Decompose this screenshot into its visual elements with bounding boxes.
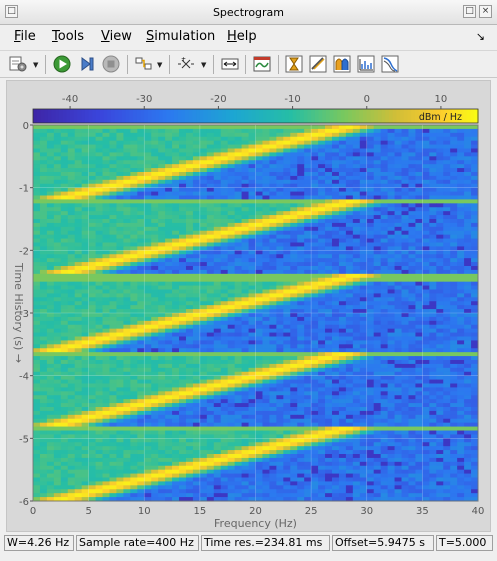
zoom-dropdown-icon[interactable]: ▼: [201, 61, 206, 69]
close-icon[interactable]: ×: [479, 5, 492, 18]
y-axis-label: Time History (s) →: [12, 262, 25, 363]
menu-file[interactable]: File: [14, 29, 36, 44]
status-bar: W=4.26 Hz Sample rate=400 Hz Time res.=2…: [0, 534, 497, 552]
toolbar-separator: [169, 55, 170, 74]
ccdf-measurements-icon[interactable]: [380, 54, 400, 74]
highlight-dropdown-icon[interactable]: ▼: [157, 61, 162, 69]
y-tick-label: -4: [19, 372, 29, 383]
x-tick-label: 35: [416, 506, 429, 517]
snapshot-icon[interactable]: +: [176, 54, 196, 74]
colorbar-tick-label: 10: [435, 94, 448, 105]
x-tick-label: 30: [360, 506, 373, 517]
x-axis-label: Frequency (Hz): [214, 517, 297, 530]
cursor-measurements-icon[interactable]: [284, 54, 304, 74]
step-forward-icon[interactable]: [77, 54, 97, 74]
x-tick-label: 20: [249, 506, 262, 517]
plot-area: -40 -30 -20 -10 0 10 dBm / Hz 0 5 10 15 20 25 30 35 40 0…: [6, 80, 491, 532]
toolbar-separator: [213, 55, 214, 74]
y-tick-label: -1: [19, 184, 29, 195]
y-tick-label: -6: [19, 497, 29, 508]
window-title: Spectrogram: [212, 6, 285, 19]
x-tick-label: 40: [472, 506, 485, 517]
svg-text:+: +: [181, 56, 186, 63]
highlight-signal-icon[interactable]: [134, 54, 154, 74]
y-tick-label: -2: [19, 246, 29, 257]
settings-dropdown-icon[interactable]: ▼: [33, 61, 38, 69]
run-icon[interactable]: [52, 54, 72, 74]
x-tick-label: 0: [30, 506, 36, 517]
colorbar: [32, 108, 479, 124]
x-tick-label: 25: [305, 506, 318, 517]
status-time: T=5.000: [436, 535, 493, 551]
maximize-icon[interactable]: □: [463, 5, 476, 18]
spectrogram-plot[interactable]: -40 -30 -20 -10 0 10 dBm / Hz 0 5 10 15 20 25 30 35 40 0…: [6, 80, 491, 532]
colorbar-unit: dBm / Hz: [419, 112, 462, 123]
scale-axes-icon[interactable]: [220, 54, 240, 74]
menu-view[interactable]: View: [101, 29, 132, 44]
y-tick-label: -5: [19, 434, 29, 445]
toolbar-separator: [278, 55, 279, 74]
toolbar-separator: [45, 55, 46, 74]
toolbar-separator: [127, 55, 128, 74]
x-tick-label: 15: [194, 506, 207, 517]
x-tick-label: 5: [85, 506, 91, 517]
menu-bar: File Tools View Simulation Help ↘: [0, 26, 497, 48]
menu-tools[interactable]: Tools: [52, 29, 84, 44]
menu-help[interactable]: Help: [227, 29, 257, 44]
status-offset: Offset=5.9475 s: [332, 535, 434, 551]
status-sample-rate: Sample rate=400 Hz: [76, 535, 199, 551]
maximize-axes-icon[interactable]: [252, 54, 272, 74]
x-tick-label: 10: [138, 506, 151, 517]
peak-finder-icon[interactable]: [308, 54, 328, 74]
dock-icon[interactable]: ↘: [476, 30, 485, 43]
menu-simulation[interactable]: Simulation: [146, 29, 215, 44]
title-bar: □ Spectrogram □ ×: [0, 0, 497, 25]
stop-icon[interactable]: [101, 54, 121, 74]
status-rbw: W=4.26 Hz: [4, 535, 74, 551]
colorbar-tick-label: -40: [62, 94, 78, 105]
y-tick-label: 0: [23, 121, 29, 132]
colorbar-tick-label: -30: [136, 94, 152, 105]
toolbar: ▼ ▼ + ▼: [0, 50, 497, 78]
colorbar-tick-label: 0: [364, 94, 370, 105]
colorbar-tick-label: -20: [210, 94, 226, 105]
channel-measurements-icon[interactable]: [356, 54, 376, 74]
settings-icon[interactable]: [8, 54, 28, 74]
toolbar-separator: [245, 55, 246, 74]
distortion-measurements-icon[interactable]: [332, 54, 352, 74]
status-time-res: Time res.=234.81 ms: [201, 535, 330, 551]
colorbar-tick-label: -10: [284, 94, 300, 105]
